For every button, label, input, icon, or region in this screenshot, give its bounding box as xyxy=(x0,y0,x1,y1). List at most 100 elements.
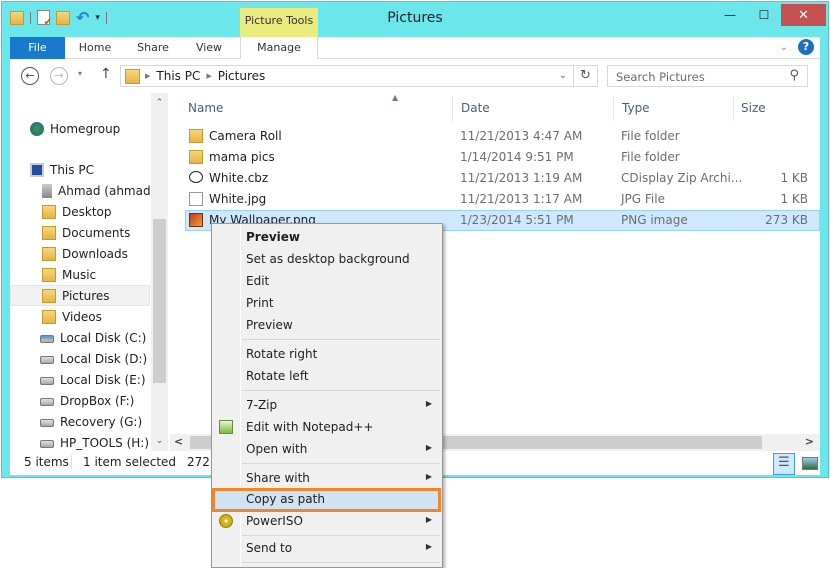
recent-locations-dropdown[interactable]: ▾ xyxy=(78,69,82,78)
sidebar-item-local-disk-e[interactable]: Local Disk (E:) xyxy=(10,369,150,390)
sidebar-item-this-pc[interactable]: This PC xyxy=(10,159,150,180)
menu-item-label: Preview xyxy=(246,230,301,244)
expand-ribbon-icon[interactable]: ⌄ xyxy=(780,42,788,53)
properties-folder-icon[interactable] xyxy=(10,10,24,25)
new-folder-icon[interactable] xyxy=(56,10,70,25)
tab-file[interactable]: File xyxy=(10,37,65,59)
submenu-arrow-icon: ▶ xyxy=(425,399,432,408)
file-row[interactable]: mama pics 1/14/2014 9:51 PM File folder xyxy=(185,147,820,168)
menu-separator xyxy=(242,535,440,536)
menu-item-share-with[interactable]: Share with ▶ xyxy=(214,467,440,489)
file-date: 11/21/2013 1:19 AM xyxy=(460,171,583,185)
scroll-down-icon[interactable]: ⌄ xyxy=(151,433,168,450)
column-separator[interactable] xyxy=(613,97,614,121)
menu-item-poweriso[interactable]: PowerISO ▶ xyxy=(214,510,440,532)
file-type: File folder xyxy=(621,150,680,164)
menu-item-print[interactable]: Print xyxy=(214,292,440,314)
sidebar-item-local-disk-c[interactable]: Local Disk (C:) xyxy=(10,327,150,348)
minimize-button[interactable]: — xyxy=(713,4,747,26)
sidebar-item-label: HP_TOOLS (H:) xyxy=(60,435,150,450)
breadcrumb-pictures[interactable]: Pictures xyxy=(218,69,266,83)
menu-item-open-with[interactable]: Open with ▶ xyxy=(214,438,440,460)
menu-item-label: Rotate left xyxy=(246,369,309,383)
column-separator[interactable] xyxy=(733,97,734,121)
sidebar-item-downloads[interactable]: Downloads xyxy=(10,243,150,264)
window-title: Pictures xyxy=(387,10,443,26)
scroll-up-icon[interactable]: ⌃ xyxy=(151,95,168,112)
sidebar-item-music[interactable]: Music xyxy=(10,264,150,285)
tab-home[interactable]: Home xyxy=(72,37,118,59)
title-bar[interactable]: ↶ ▾ Picture Tools Pictures — ☐ ✕ xyxy=(2,2,828,37)
sidebar-item-videos[interactable]: Videos xyxy=(10,306,150,327)
back-button[interactable]: ← xyxy=(21,67,39,85)
drive-icon xyxy=(40,377,54,385)
context-menu: Preview Set as desktop background Edit P… xyxy=(211,223,443,568)
tab-view[interactable]: View xyxy=(186,37,232,59)
sidebar-item-desktop[interactable]: Desktop xyxy=(10,201,150,222)
sidebar-item-local-disk-d[interactable]: Local Disk (D:) xyxy=(10,348,150,369)
customize-dropdown-icon[interactable]: ▾ xyxy=(95,13,100,23)
maximize-button[interactable]: ☐ xyxy=(747,4,781,26)
file-row[interactable]: White.jpg 11/21/2013 1:17 AM JPG File 1 … xyxy=(185,189,820,210)
qat-separator xyxy=(105,11,107,24)
menu-item-preview[interactable]: Preview xyxy=(214,314,440,336)
menu-item-preview-default[interactable]: Preview xyxy=(214,226,440,248)
file-row[interactable]: White.cbz 11/21/2013 1:19 AM CDisplay Zi… xyxy=(185,168,820,189)
search-input[interactable]: Search Pictures xyxy=(616,70,705,84)
menu-item-send-to[interactable]: Send to ▶ xyxy=(214,537,440,559)
menu-item-label: Set as desktop background xyxy=(246,252,410,266)
menu-item-7zip[interactable]: 7-Zip ▶ xyxy=(214,394,440,416)
sidebar-item-label: Downloads xyxy=(62,246,128,261)
breadcrumb-this-pc[interactable]: This PC xyxy=(156,69,200,83)
tab-manage[interactable]: Manage xyxy=(240,37,318,59)
large-icons-view-button[interactable] xyxy=(799,453,821,475)
menu-item-edit-with-notepad-plus-plus[interactable]: Edit with Notepad++ xyxy=(214,416,440,438)
search-box[interactable]: Search Pictures ⚲ xyxy=(607,65,808,87)
up-button[interactable]: ↑ xyxy=(100,66,112,82)
breadcrumb-separator-icon[interactable]: ▶ xyxy=(206,72,211,80)
forward-button[interactable]: → xyxy=(50,67,68,85)
details-view-button[interactable] xyxy=(773,453,795,475)
scroll-right-icon[interactable]: > xyxy=(805,435,814,448)
computer-icon xyxy=(30,162,44,177)
sidebar-scrollbar[interactable]: ⌃ ⌄ xyxy=(151,93,168,451)
address-bar[interactable]: ▶ This PC ▶ Pictures ⌄ ↻ xyxy=(120,65,598,87)
menu-item-rotate-right[interactable]: Rotate right xyxy=(214,343,440,365)
sidebar-item-label: Pictures xyxy=(62,288,110,303)
column-header-date[interactable]: Date xyxy=(461,101,490,115)
search-icon[interactable]: ⚲ xyxy=(789,68,799,83)
downloads-folder-icon xyxy=(42,246,56,261)
help-icon[interactable]: ? xyxy=(798,39,814,55)
sidebar-item-hp-tools-h[interactable]: HP_TOOLS (H:) xyxy=(10,432,150,451)
column-header-name[interactable]: Name xyxy=(188,101,223,115)
pictures-folder-icon xyxy=(125,69,140,84)
scrollbar-thumb[interactable] xyxy=(153,219,166,383)
sidebar-item-documents[interactable]: Documents xyxy=(10,222,150,243)
column-header-size[interactable]: Size xyxy=(741,101,766,115)
sidebar-item-pictures[interactable]: Pictures xyxy=(10,285,150,306)
undo-icon[interactable]: ↶ xyxy=(76,9,89,25)
sidebar-item-network-user[interactable]: Ahmad (ahmad- xyxy=(10,180,150,201)
column-separator[interactable] xyxy=(452,97,453,121)
properties-icon[interactable] xyxy=(37,10,52,28)
address-dropdown-icon[interactable]: ⌄ xyxy=(559,70,567,81)
close-button[interactable]: ✕ xyxy=(781,4,826,26)
sidebar-item-recovery-g[interactable]: Recovery (G:) xyxy=(10,411,150,432)
refresh-button[interactable]: ↻ xyxy=(573,66,597,86)
submenu-arrow-icon: ▶ xyxy=(425,542,432,551)
selection-count: 1 item selected xyxy=(83,455,177,469)
menu-item-label: Print xyxy=(246,296,274,310)
scroll-left-icon[interactable]: < xyxy=(174,435,183,448)
sidebar-item-dropbox-f[interactable]: DropBox (F:) xyxy=(10,390,150,411)
menu-item-copy-as-path[interactable]: Copy as path xyxy=(212,488,441,512)
menu-item-label: Preview xyxy=(246,318,293,332)
file-size: 1 KB xyxy=(780,171,808,185)
tab-share[interactable]: Share xyxy=(130,37,176,59)
sidebar-item-homegroup[interactable]: Homegroup xyxy=(10,118,150,139)
menu-item-set-desktop-background[interactable]: Set as desktop background xyxy=(214,248,440,270)
column-header-type[interactable]: Type xyxy=(622,101,650,115)
menu-item-edit[interactable]: Edit xyxy=(214,270,440,292)
breadcrumb-separator-icon[interactable]: ▶ xyxy=(145,72,150,80)
menu-item-rotate-left[interactable]: Rotate left xyxy=(214,365,440,387)
file-row[interactable]: Camera Roll 11/21/2013 4:47 AM File fold… xyxy=(185,126,820,147)
